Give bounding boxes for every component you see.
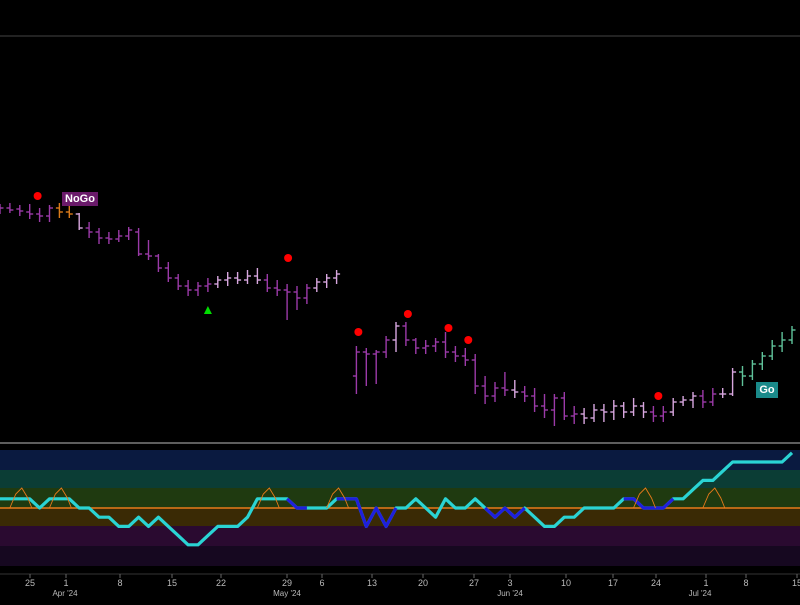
x-tick-label: 6 — [319, 578, 324, 588]
oscillator-band-bottom — [0, 546, 800, 566]
x-tick-label: 29 — [282, 578, 292, 588]
x-tick-label: 17 — [608, 578, 618, 588]
nogo-label-text: NoGo — [65, 193, 95, 205]
nogo-label: NoGo — [62, 192, 98, 206]
x-tick-label: 13 — [367, 578, 377, 588]
red-dot-marker — [354, 328, 363, 336]
red-dot-marker — [403, 310, 412, 318]
go-label: Go — [756, 382, 778, 398]
x-tick-label: 15 — [792, 578, 800, 588]
oscillator-band-lower — [0, 526, 800, 546]
red-dot-marker — [284, 254, 293, 262]
x-tick-label: 8 — [743, 578, 748, 588]
x-month-label: Jun '24 — [497, 589, 523, 598]
x-tick-label: 20 — [418, 578, 428, 588]
x-tick-label: 22 — [216, 578, 226, 588]
x-tick-label: 15 — [167, 578, 177, 588]
chart-root: 25 1 8 15 22 29 6 13 20 27 3 10 17 24 1 8 15 Apr '24 May '… — [0, 0, 800, 600]
x-month-label: May '24 — [273, 589, 301, 598]
red-dot-marker — [33, 192, 42, 200]
x-tick-label: 8 — [117, 578, 122, 588]
red-dot-marker — [654, 392, 663, 400]
x-tick-label: 24 — [651, 578, 661, 588]
x-tick-label: 10 — [561, 578, 571, 588]
x-tick-label: 1 — [63, 578, 68, 588]
oscillator-band-upper — [0, 470, 800, 488]
x-tick-label: 1 — [703, 578, 708, 588]
oscillator-band-mid-low — [0, 508, 800, 526]
red-dot-marker — [464, 336, 473, 344]
chart-svg: 25 1 8 15 22 29 6 13 20 27 3 10 17 24 1 8 15 Apr '24 May '… — [0, 0, 800, 600]
x-tick-label: 3 — [507, 578, 512, 588]
x-month-label: Jul '24 — [689, 589, 712, 598]
oscillator-band-top — [0, 450, 800, 470]
oscillator-pane — [0, 442, 800, 566]
red-dot-marker — [444, 324, 453, 332]
x-tick-label: 25 — [25, 578, 35, 588]
go-label-text: Go — [759, 384, 775, 396]
x-tick-label: 27 — [469, 578, 479, 588]
x-month-label: Apr '24 — [52, 589, 78, 598]
